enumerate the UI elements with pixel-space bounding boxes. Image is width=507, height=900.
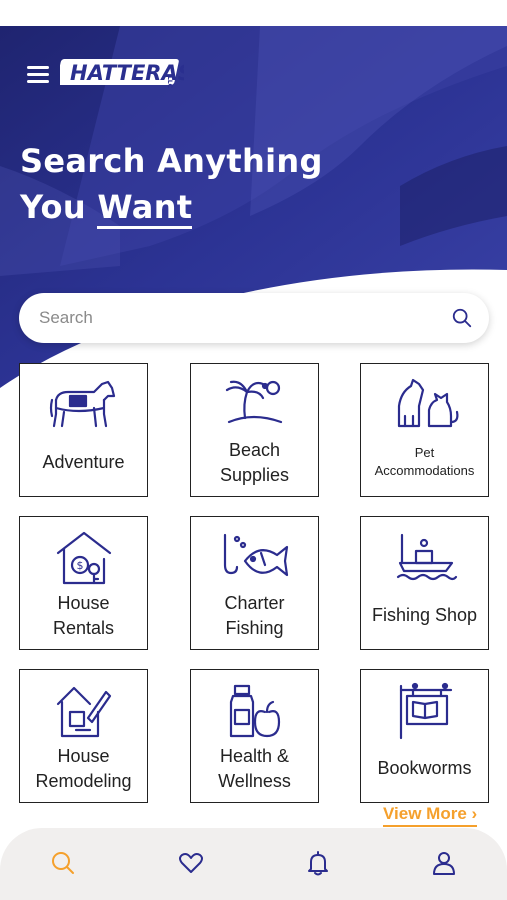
category-house-remodeling[interactable]: House Remodeling bbox=[19, 669, 148, 803]
house-tools-icon bbox=[56, 686, 111, 738]
status-bar bbox=[0, 0, 507, 26]
category-label: Fishing Shop bbox=[371, 605, 478, 625]
category-label: Charter Fishing bbox=[224, 593, 285, 638]
category-label: Beach Supplies bbox=[219, 440, 290, 485]
svg-text:$: $ bbox=[76, 559, 83, 572]
nav-search-icon[interactable] bbox=[50, 850, 76, 876]
nav-user-icon[interactable] bbox=[431, 850, 457, 876]
category-fishing-shop[interactable]: Fishing Shop bbox=[360, 516, 489, 650]
view-more-label: View More bbox=[383, 804, 467, 823]
nav-heart-icon[interactable] bbox=[178, 850, 204, 876]
palm-island-icon bbox=[225, 380, 282, 424]
book-sign-icon bbox=[399, 682, 452, 740]
category-label: Health & Wellness bbox=[218, 746, 291, 791]
search-bar[interactable] bbox=[19, 293, 489, 343]
pets-icon bbox=[397, 378, 458, 428]
horse-icon bbox=[49, 380, 115, 428]
bottle-apple-icon bbox=[229, 684, 280, 738]
nav-bell-icon[interactable] bbox=[305, 850, 331, 876]
category-adventure[interactable]: Adventure bbox=[19, 363, 148, 497]
category-house-rentals[interactable]: $ House Rentals bbox=[19, 516, 148, 650]
search-icon[interactable] bbox=[451, 307, 473, 329]
category-label: Adventure bbox=[42, 452, 125, 472]
category-label: House Remodeling bbox=[35, 746, 132, 791]
house-money-icon: $ bbox=[56, 531, 111, 585]
view-more-link[interactable]: View More › bbox=[383, 803, 478, 827]
search-input[interactable] bbox=[39, 305, 439, 331]
hero-title-line2b: Want bbox=[97, 188, 193, 229]
hero-title-line2a: You bbox=[20, 188, 98, 226]
fish-icon bbox=[223, 533, 288, 577]
hero-title-line1: Search Anything bbox=[20, 142, 323, 180]
hero-title: Search Anything You Want bbox=[20, 138, 323, 230]
category-label: Pet Accommodations bbox=[374, 445, 475, 478]
category-charter-fishing[interactable]: Charter Fishing bbox=[190, 516, 319, 650]
menu-icon[interactable] bbox=[27, 66, 49, 84]
category-label: House Rentals bbox=[52, 593, 115, 638]
bottom-nav bbox=[0, 828, 507, 900]
category-beach-supplies[interactable]: Beach Supplies bbox=[190, 363, 319, 497]
brand-logo[interactable]: HATTERAS LLC bbox=[56, 56, 193, 90]
logo-sub: LLC bbox=[166, 76, 173, 89]
chevron-right-icon: › bbox=[471, 804, 478, 823]
boat-fishing-icon bbox=[396, 533, 457, 581]
category-pet-accommodations[interactable]: Pet Accommodations bbox=[360, 363, 489, 497]
category-health-wellness[interactable]: Health & Wellness bbox=[190, 669, 319, 803]
category-bookworms[interactable]: Bookworms bbox=[360, 669, 489, 803]
category-label: Bookworms bbox=[377, 758, 472, 778]
